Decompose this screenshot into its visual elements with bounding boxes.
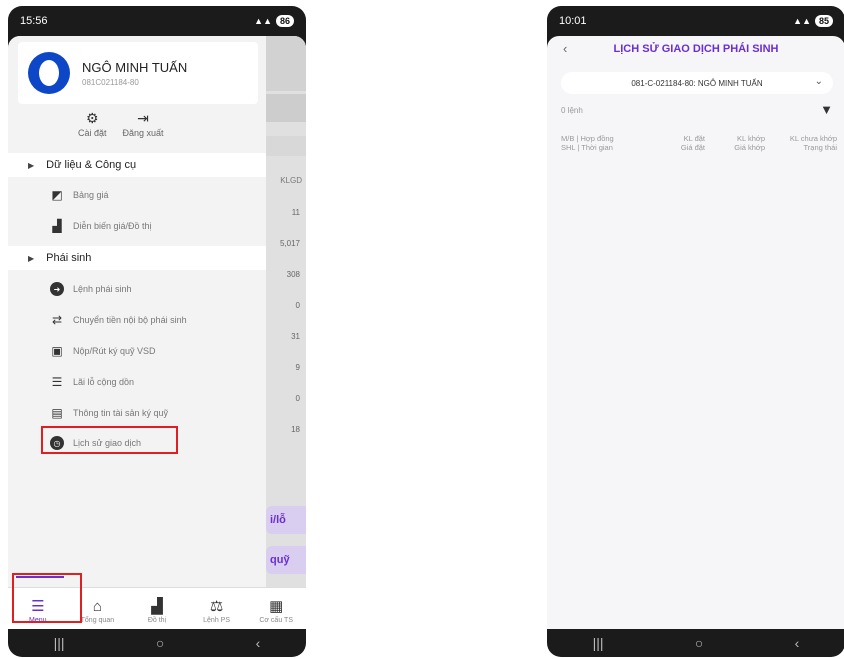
status-bar: 15:56 ▲▲ 86 <box>8 6 306 36</box>
status-bar: 10:01 ▲▲ 85 <box>547 6 844 36</box>
background-page: KLGD 11 5,017 308 0 31 9 0 18 i/lỗ quỹ <box>266 36 306 629</box>
menu-item-cumulative-pnl[interactable]: ☰ Lãi lỗ cộng dồn <box>8 367 266 397</box>
phone-screenshot-menu: 15:56 ▲▲ 86 KLGD 11 5,017 308 0 31 9 0 1… <box>8 6 306 657</box>
status-time: 10:01 <box>559 15 587 27</box>
back-chevron-icon[interactable]: ‹ <box>795 635 800 651</box>
portfolio-icon: ▦ <box>269 598 284 615</box>
tab-chart[interactable]: ▟ Đồ thị <box>132 598 182 624</box>
menu-item-derivative-order[interactable]: ➜ Lệnh phái sinh <box>8 274 266 304</box>
expand-triangle-icon: ▶ <box>28 253 35 263</box>
cell-value: 0 <box>295 301 300 310</box>
arrow-circle-icon: ➜ <box>50 282 64 296</box>
back-arrow-icon[interactable]: ‹ <box>563 41 567 56</box>
account-number: 081C021184-80 <box>82 77 139 87</box>
home-circle-icon[interactable]: ○ <box>156 635 164 651</box>
document-icon: ▤ <box>51 406 63 420</box>
order-count: 0 lệnh <box>561 106 583 115</box>
tab-portfolio[interactable]: ▦ Cơ cấu TS <box>251 598 301 624</box>
status-time: 15:56 <box>20 15 48 27</box>
menu-item-price-board[interactable]: ◩ Bảng giá <box>8 180 266 210</box>
menu-item-price-chart[interactable]: ▟ Diễn biến giá/Đồ thị <box>8 211 266 241</box>
phone-screenshot-history: 10:01 ▲▲ 85 ‹ LỊCH SỬ GIAO DỊCH PHÁI SIN… <box>547 6 844 657</box>
battery-indicator: 86 <box>275 15 294 27</box>
expand-triangle-icon: ▶ <box>28 160 35 170</box>
back-chevron-icon[interactable]: ‹ <box>256 635 261 651</box>
cell-value: 0 <box>295 394 300 403</box>
cell-value: 5,017 <box>279 239 300 248</box>
logout-button[interactable]: ⇥ Đăng xuất <box>123 110 164 138</box>
transfer-icon: ⇄ <box>51 313 63 327</box>
settings-button[interactable]: ⚙ Cài đặt <box>78 110 107 138</box>
account-dropdown[interactable]: 081-C-021184-80: NGÔ MINH TUẤN ⌄ <box>561 72 833 94</box>
page-title: LỊCH SỬ GIAO DỊCH PHÁI SINH <box>613 43 779 55</box>
cell-value: 308 <box>286 270 300 279</box>
price-board-icon: ◩ <box>51 188 63 202</box>
signal-icon: ▲▲ <box>254 16 272 26</box>
cell-value: 31 <box>291 332 300 341</box>
gear-icon: ⚙ <box>85 110 99 126</box>
column-header-unmatched-qty: KL chưa khớp Trạng thái <box>789 134 837 152</box>
home-icon: ⌂ <box>92 598 102 615</box>
app-screen: KLGD 11 5,017 308 0 31 9 0 18 i/lỗ quỹ N… <box>8 36 306 629</box>
recent-apps-icon[interactable]: ||| <box>54 635 65 651</box>
menu-item-margin-assets[interactable]: ▤ Thông tin tài sản ký quỹ <box>8 398 266 428</box>
column-header-matched-qty: KL khớp Giá khớp <box>734 134 765 152</box>
column-header-order-qty: KL đặt Giá đặt <box>680 134 705 152</box>
quick-actions: ⚙ Cài đặt ⇥ Đăng xuất <box>78 110 164 138</box>
margin-button[interactable]: quỹ <box>266 546 306 574</box>
deposit-icon: ▣ <box>51 344 63 358</box>
battery-indicator: 85 <box>814 15 833 27</box>
profit-loss-button[interactable]: i/lỗ <box>266 506 306 534</box>
home-circle-icon[interactable]: ○ <box>695 635 703 651</box>
system-nav-bar: ||| ○ ‹ <box>547 629 844 657</box>
chevron-down-icon: ⌄ <box>814 76 823 87</box>
order-icon: ⚖ <box>209 598 224 615</box>
section-data-tools[interactable]: ▶ Dữ liệu & Công cụ <box>8 153 266 177</box>
highlight-menu-tab <box>12 573 82 623</box>
system-nav-bar: ||| ○ ‹ <box>8 629 306 657</box>
section-derivatives[interactable]: ▶ Phái sinh <box>8 246 266 270</box>
page-header: ‹ LỊCH SỬ GIAO DỊCH PHÁI SINH <box>547 36 844 62</box>
cell-value: 11 <box>291 208 300 217</box>
tab-ps-order[interactable]: ⚖ Lệnh PS <box>192 598 242 624</box>
profit-loss-icon: ☰ <box>51 375 63 389</box>
menu-item-vsd-margin[interactable]: ▣ Nộp/Rút ký quỹ VSD <box>8 336 266 366</box>
logout-icon: ⇥ <box>137 110 149 126</box>
user-name: NGÔ MINH TUẤN <box>82 59 188 75</box>
app-screen: ‹ LỊCH SỬ GIAO DỊCH PHÁI SINH 081-C-0211… <box>547 36 844 629</box>
highlight-transaction-history <box>41 426 178 454</box>
chart-icon: ▟ <box>151 598 163 615</box>
signal-icon: ▲▲ <box>793 16 811 26</box>
cell-value: 18 <box>291 425 300 434</box>
navigation-drawer: NGÔ MINH TUẤN 081C021184-80 ⚙ Cài đặt ⇥ … <box>8 36 266 629</box>
filter-icon[interactable]: ▼ <box>820 102 833 117</box>
avatar <box>28 52 70 94</box>
recent-apps-icon[interactable]: ||| <box>593 635 604 651</box>
cell-value: 9 <box>295 363 300 372</box>
column-header-contract: M/B | Hợp đồng SHL | Thời gian <box>561 134 614 152</box>
menu-item-internal-transfer[interactable]: ⇄ Chuyển tiền nội bộ phái sinh <box>8 305 266 335</box>
bar-chart-icon: ▟ <box>52 219 62 233</box>
column-header-klgd: KLGD <box>280 176 302 185</box>
profile-card[interactable]: NGÔ MINH TUẤN 081C021184-80 <box>18 42 258 104</box>
